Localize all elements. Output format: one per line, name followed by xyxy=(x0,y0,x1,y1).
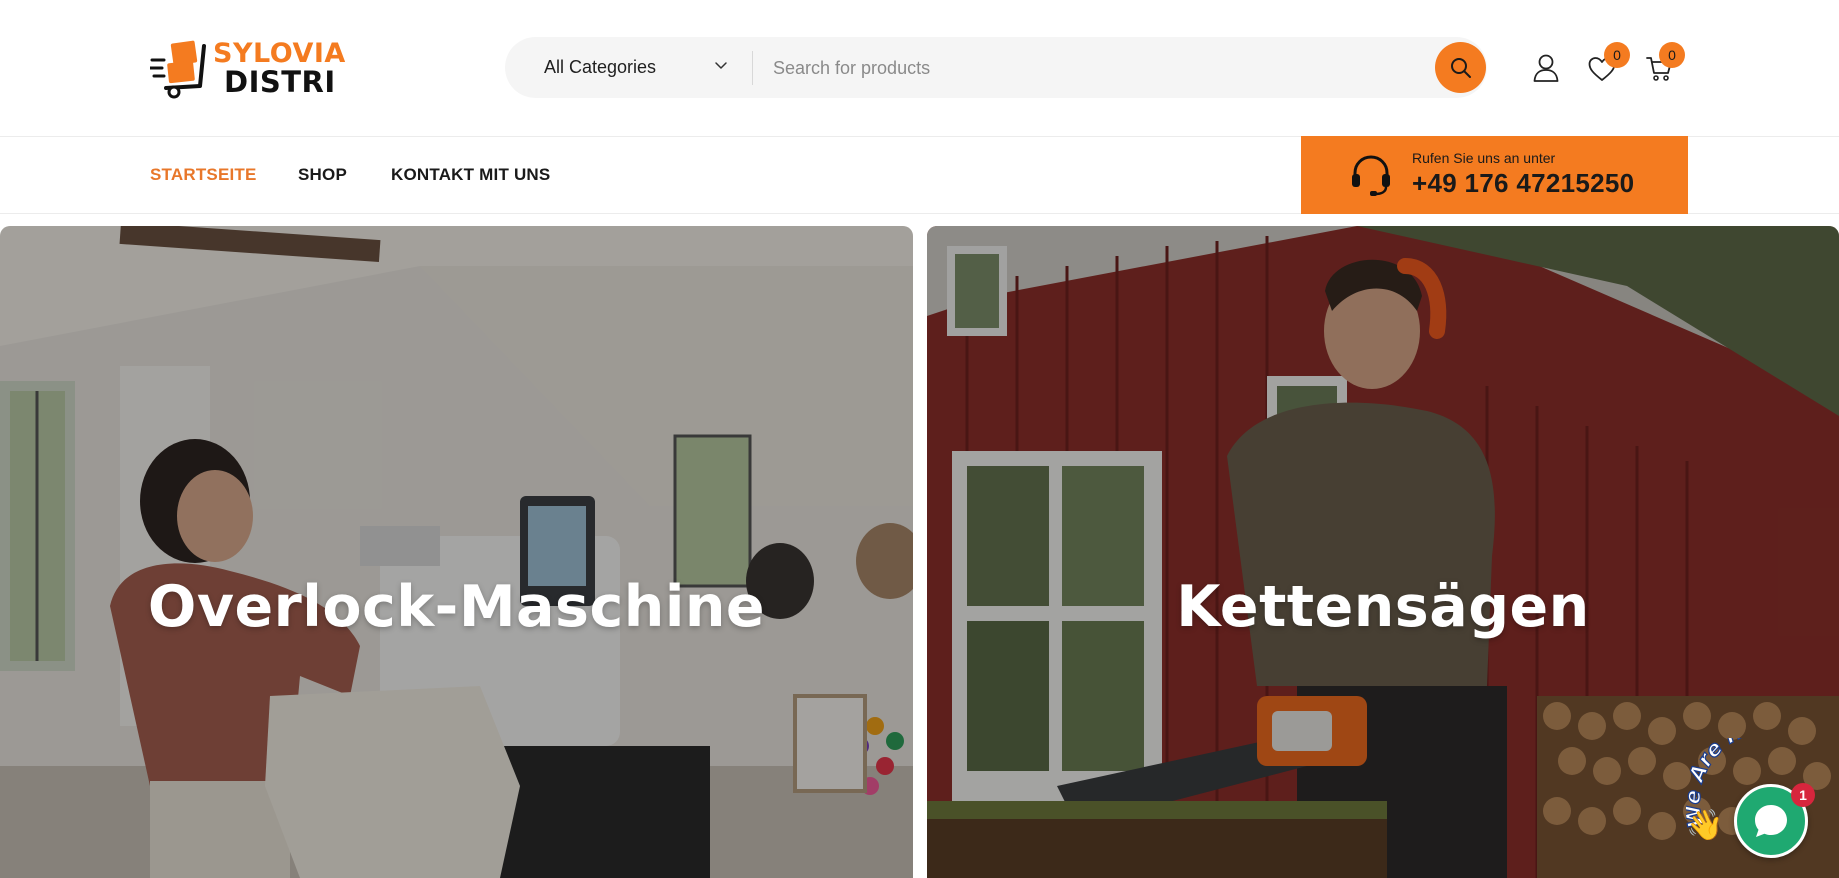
chat-unread-badge: 1 xyxy=(1791,783,1815,807)
call-phone-number[interactable]: +49 176 47215250 xyxy=(1412,168,1634,199)
banner-overlock-maschine[interactable]: Overlock-Maschine xyxy=(0,226,913,878)
nav-item-shop[interactable]: SHOP xyxy=(298,165,347,185)
user-icon[interactable] xyxy=(1533,54,1559,82)
banner-overlay xyxy=(0,226,913,878)
search-button[interactable] xyxy=(1435,42,1486,93)
logo-text-bottom: DISTRI xyxy=(224,65,336,99)
nav-item-startseite[interactable]: STARTSEITE xyxy=(150,165,257,185)
site-header: SYLOVIA DISTRI All Categories 0 0 xyxy=(0,0,1839,137)
category-select[interactable]: All Categories xyxy=(505,37,752,98)
logo-cart-icon xyxy=(150,40,206,99)
search-icon xyxy=(1450,57,1471,78)
cart-count-badge: 0 xyxy=(1659,42,1685,68)
category-select-label: All Categories xyxy=(544,57,657,77)
chevron-down-icon xyxy=(715,62,727,69)
chat-bubble-icon xyxy=(1755,805,1787,837)
wave-hand-icon: 👋 xyxy=(1686,808,1724,843)
chat-widget: We Are Here! 👋 1 xyxy=(1686,738,1839,878)
banner-title: Overlock-Maschine xyxy=(147,574,766,640)
wishlist-count-badge: 0 xyxy=(1604,42,1630,68)
banner-title: Kettensägen xyxy=(1176,574,1590,640)
search-divider xyxy=(752,51,753,85)
call-us-box[interactable]: Rufen Sie uns an unter +49 176 47215250 xyxy=(1301,136,1688,214)
headset-icon xyxy=(1352,155,1390,196)
search-input[interactable] xyxy=(773,47,1423,89)
search-bar: All Categories xyxy=(505,37,1487,98)
call-label: Rufen Sie uns an unter xyxy=(1412,150,1556,166)
nav-item-kontakt[interactable]: KONTAKT MIT UNS xyxy=(391,165,550,185)
site-logo[interactable]: SYLOVIA DISTRI xyxy=(150,38,345,100)
